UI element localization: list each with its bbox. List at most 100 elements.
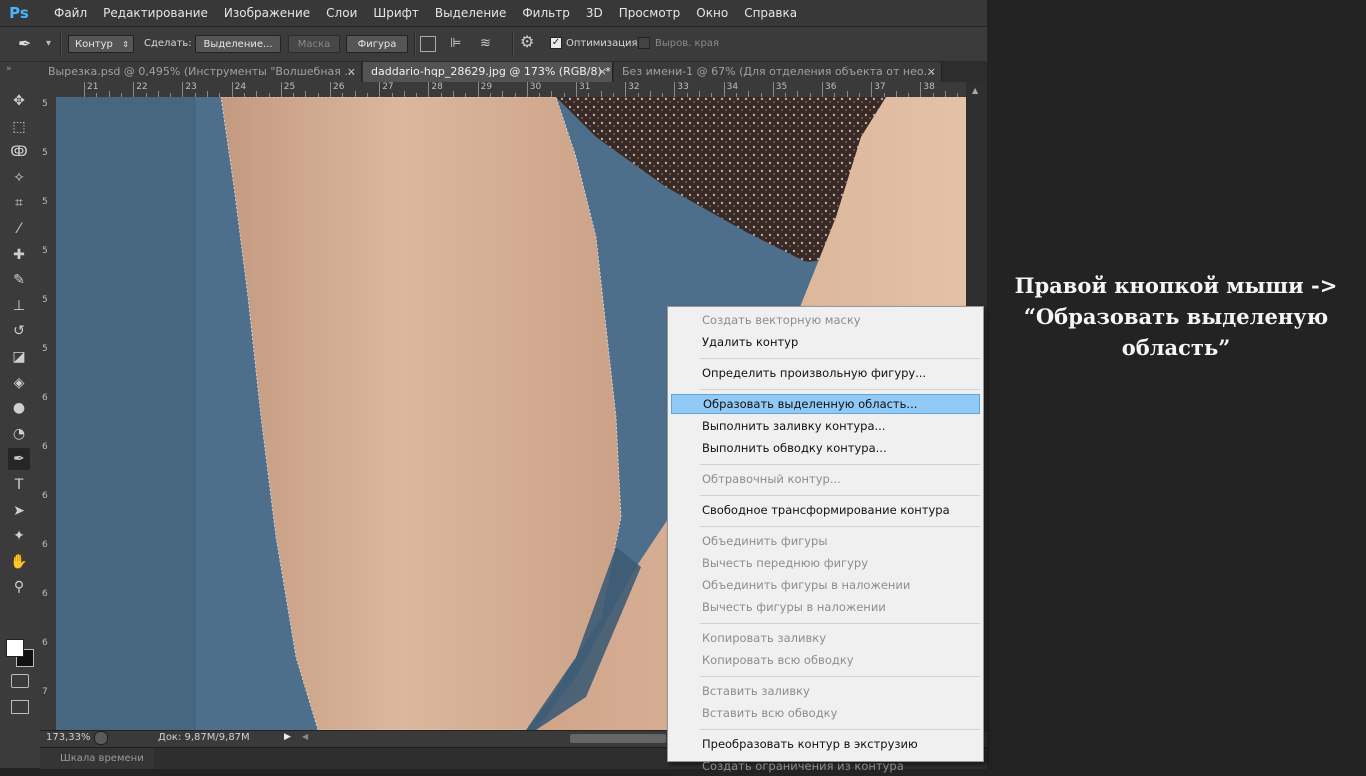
hand-icon[interactable]: ✋ — [8, 551, 30, 573]
blur-icon[interactable]: ● — [8, 397, 30, 419]
ruler-corner — [40, 82, 56, 97]
status-menu-arrow-icon[interactable]: ▶ — [284, 732, 291, 742]
ruler-label: 34 — [726, 82, 739, 92]
ruler-label: 33 — [677, 82, 689, 92]
context-menu-item: Копировать заливку — [702, 631, 827, 645]
move-icon[interactable]: ✥ — [8, 90, 30, 112]
pen-icon[interactable]: ✒ — [8, 448, 30, 471]
align-edges-checkbox[interactable] — [638, 37, 650, 49]
path-selection-icon[interactable]: ➤ — [8, 500, 30, 522]
ruler-label: 27 — [382, 82, 394, 92]
close-icon[interactable]: × — [598, 62, 607, 82]
path-operations-icon[interactable] — [420, 36, 436, 52]
type-icon[interactable]: T — [8, 474, 30, 496]
crop-icon[interactable]: ⌗ — [8, 192, 30, 214]
ruler-label: 26 — [333, 82, 345, 92]
make-mask-button[interactable]: Маска — [288, 35, 340, 53]
menu-item[interactable]: Просмотр — [611, 0, 689, 26]
menu-item[interactable]: Слои — [318, 0, 365, 26]
ruler-label: 5 — [42, 246, 48, 256]
eraser-icon[interactable]: ◪ — [8, 346, 30, 368]
ruler-label: 5 — [42, 344, 48, 354]
menu-item[interactable]: Изображение — [216, 0, 318, 26]
menu-items: Файл Редактирование Изображение Слои Шрифт Вы… — [46, 0, 805, 26]
context-menu-item: Вставить всю обводку — [702, 706, 838, 720]
collapse-icon[interactable]: » — [6, 64, 12, 74]
path-arrangement-icon[interactable]: ≋ — [480, 35, 491, 53]
context-menu-item: Создать ограничения из контура — [702, 759, 904, 773]
clone-stamp-icon[interactable]: ⊥ — [8, 295, 30, 317]
context-menu-item[interactable]: Определить произвольную фигуру... — [671, 363, 980, 383]
context-menu-item[interactable]: Удалить контур — [671, 332, 980, 352]
horizontal-scroll-thumb[interactable] — [570, 734, 666, 743]
ruler-label: 38 — [923, 82, 935, 92]
marquee-icon[interactable]: ⬚ — [8, 116, 30, 138]
tool-mode-select[interactable]: Контур ⇕ — [68, 35, 134, 53]
caption-line-3: область” — [1121, 335, 1231, 360]
foreground-color-swatch[interactable] — [6, 639, 24, 657]
ruler-label: 37 — [874, 82, 886, 92]
scroll-left-arrow-icon[interactable]: ◀ — [302, 732, 308, 741]
optimize-checkbox[interactable]: ✓ — [550, 37, 562, 49]
context-menu-item[interactable]: Выполнить обводку контура... — [671, 438, 980, 458]
scroll-up-arrow-icon[interactable]: ▲ — [972, 86, 978, 95]
ruler-label: 5 — [42, 295, 48, 305]
shape-icon[interactable]: ✦ — [8, 525, 30, 547]
menu-item[interactable]: 3D — [578, 0, 611, 26]
ruler-label: 24 — [234, 82, 247, 92]
menu-item[interactable]: Фильтр — [514, 0, 577, 26]
tools-panel: » ✥ ⬚ ↂ ✧ ⌗ ⁄ ✚ ✎ ⊥ ↺ ◪ ◈ ● ◔ ✒ T ➤ ✦ ✋ ⚲ — [0, 62, 41, 768]
ruler-label: 6 — [42, 589, 48, 599]
timeline-tab[interactable]: Шкала времени — [40, 748, 154, 769]
menu-bar: Ps Файл Редактирование Изображение Слои Шриф… — [0, 0, 987, 27]
context-menu-item[interactable]: Преобразовать контур в экструзию — [671, 734, 980, 754]
zoom-icon[interactable]: ⚲ — [8, 576, 30, 598]
menu-item[interactable]: Шрифт — [365, 0, 427, 26]
healing-brush-icon[interactable]: ✚ — [8, 244, 30, 266]
chevron-down-icon[interactable]: ▾ — [46, 35, 51, 53]
vertical-ruler: 55555566666677 — [40, 97, 57, 730]
menu-item[interactable]: Окно — [688, 0, 736, 26]
menu-item[interactable]: Редактирование — [95, 0, 216, 26]
menu-item[interactable]: Выделение — [427, 0, 514, 26]
eyedropper-icon[interactable]: ⁄ — [8, 218, 30, 240]
menu-separator — [700, 464, 980, 465]
make-label: Сделать: — [144, 38, 192, 49]
close-icon[interactable]: × — [347, 62, 356, 82]
make-selection-button[interactable]: Выделение... — [195, 35, 281, 53]
ruler-label: 25 — [283, 82, 296, 92]
context-menu-item: Вставить заливку — [702, 684, 810, 698]
close-icon[interactable]: × — [927, 62, 936, 82]
ruler-label: 32 — [628, 82, 640, 92]
share-icon[interactable] — [94, 731, 108, 745]
align-edges-label: Выров. края — [655, 38, 720, 49]
tab-vyrezka[interactable]: Вырезка.psd @ 0,495% (Инструменты "Волше… — [40, 62, 362, 82]
magic-wand-icon[interactable]: ✧ — [8, 167, 30, 189]
optimize-label: Оптимизация — [566, 38, 638, 49]
path-alignment-icon[interactable]: ⊫ — [450, 35, 461, 53]
ruler-label: 6 — [42, 442, 48, 452]
menu-item-make-selection[interactable]: Образовать выделенную область... — [671, 394, 980, 414]
make-shape-button[interactable]: Фигура — [346, 35, 408, 53]
zoom-level[interactable]: 173,33% — [46, 732, 91, 743]
menu-item[interactable]: Справка — [736, 0, 805, 26]
context-menu-item[interactable]: Свободное трансформирование контура — [671, 500, 980, 520]
screen-mode-icon[interactable] — [11, 700, 29, 714]
tab-bez-imeni[interactable]: Без имени-1 @ 67% (Для отделения объекта… — [614, 62, 942, 82]
quick-mask-icon[interactable] — [11, 674, 29, 688]
menu-separator — [700, 623, 980, 624]
history-brush-icon[interactable]: ↺ — [8, 320, 30, 342]
ruler-label: 35 — [775, 82, 788, 92]
paint-bucket-icon[interactable]: ◈ — [8, 372, 30, 394]
context-menu: Создать векторную маску Удалить контур Опр… — [667, 306, 984, 773]
context-menu-item[interactable]: Выполнить заливку контура... — [671, 416, 980, 436]
pen-tool-preset-icon[interactable]: ✒ — [18, 33, 44, 55]
dodge-icon[interactable]: ◔ — [8, 423, 30, 445]
ruler-label: 6 — [42, 393, 48, 403]
tab-daddario[interactable]: daddario-hqp_28629.jpg @ 173% (RGB/8) * … — [363, 62, 613, 82]
lasso-icon[interactable]: ↂ — [8, 141, 30, 163]
brush-icon[interactable]: ✎ — [8, 269, 30, 291]
context-menu-item: Объединить фигуры — [702, 534, 828, 548]
gear-icon[interactable]: ⚙ — [520, 33, 534, 51]
menu-item[interactable]: Файл — [46, 0, 95, 26]
